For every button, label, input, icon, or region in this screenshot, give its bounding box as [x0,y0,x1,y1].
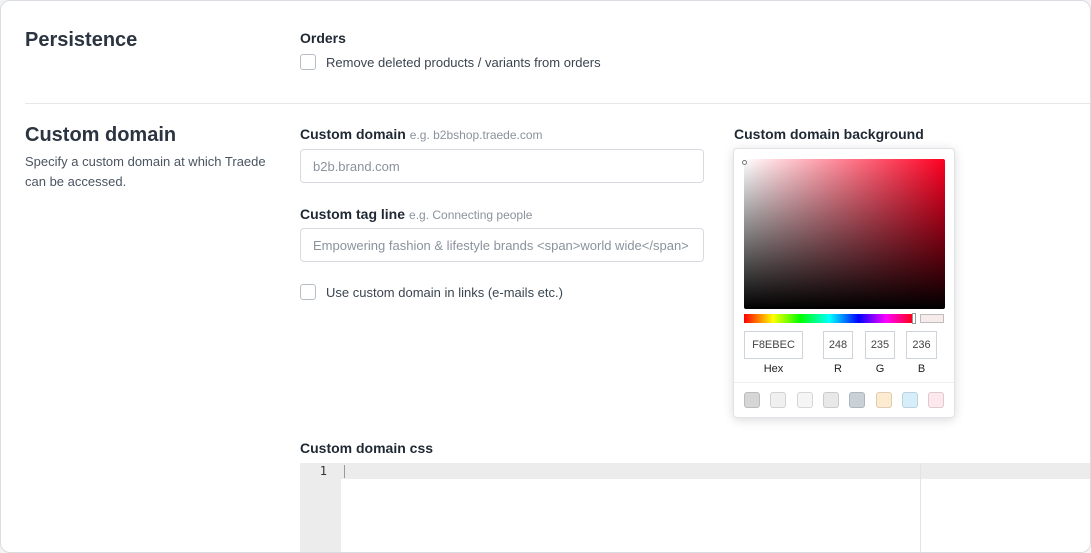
saturation-handle[interactable] [742,160,747,165]
css-editor[interactable]: 1 [300,463,1090,552]
green-input[interactable]: 235 [865,331,895,359]
green-label: G [875,363,885,375]
saturation-area[interactable] [744,159,945,309]
color-swatch[interactable] [744,392,760,408]
custom-tagline-input[interactable] [300,228,704,262]
use-in-links-checkbox[interactable] [300,284,316,300]
hex-input[interactable]: F8EBEC [744,331,803,359]
color-swatch[interactable] [822,392,839,408]
blue-input[interactable]: 236 [906,331,937,359]
remove-deleted-row[interactable]: Remove deleted products / variants from … [300,54,601,70]
hex-label: Hex [763,363,784,375]
red-label: R [834,363,842,375]
editor-gutter: 1 [300,463,341,552]
custom-domain-input[interactable] [300,149,704,183]
use-in-links-label: Use custom domain in links (e-mails etc.… [326,284,563,300]
custom-tagline-hint: e.g. Connecting people [409,208,533,222]
custom-domain-label-text: Custom domain [300,126,406,142]
persistence-title: Persistence [25,29,138,51]
settings-card: Persistence Orders Remove deleted produc… [0,0,1091,553]
color-picker: F8EBEC 248 235 236 Hex R G B [733,148,955,418]
remove-deleted-checkbox[interactable] [300,54,316,70]
custom-domain-description: Specify a custom domain at which Traede … [25,154,266,189]
custom-domain-hint: e.g. b2bshop.traede.com [409,128,543,142]
css-label: Custom domain css [300,440,434,456]
background-label: Custom domain background [734,126,924,142]
use-in-links-row[interactable]: Use custom domain in links (e-mails etc.… [300,284,563,300]
hue-handle[interactable] [912,313,916,324]
hue-slider[interactable] [744,314,915,323]
color-swatch[interactable] [875,392,892,408]
editor-ruler [920,463,921,552]
blue-label: B [917,363,926,375]
swatch-divider [734,382,954,383]
custom-tagline-field-label: Custom tag line e.g. Connecting people [300,206,532,222]
remove-deleted-label: Remove deleted products / variants from … [326,54,601,70]
custom-domain-title: Custom domain [25,124,177,146]
color-swatch[interactable] [796,392,813,408]
red-input[interactable]: 248 [823,331,853,359]
custom-domain-field-label: Custom domain e.g. b2bshop.traede.com [300,126,543,142]
active-line [341,463,1090,479]
text-cursor [344,465,345,478]
orders-label: Orders [300,30,346,46]
section-divider [25,103,1090,104]
color-swatch[interactable] [849,392,866,408]
color-swatch[interactable] [770,392,787,408]
color-swatch[interactable] [901,392,918,408]
color-preview [920,314,944,323]
color-swatch[interactable] [928,392,945,408]
line-number: 1 [319,464,327,478]
custom-tagline-label-text: Custom tag line [300,206,406,222]
